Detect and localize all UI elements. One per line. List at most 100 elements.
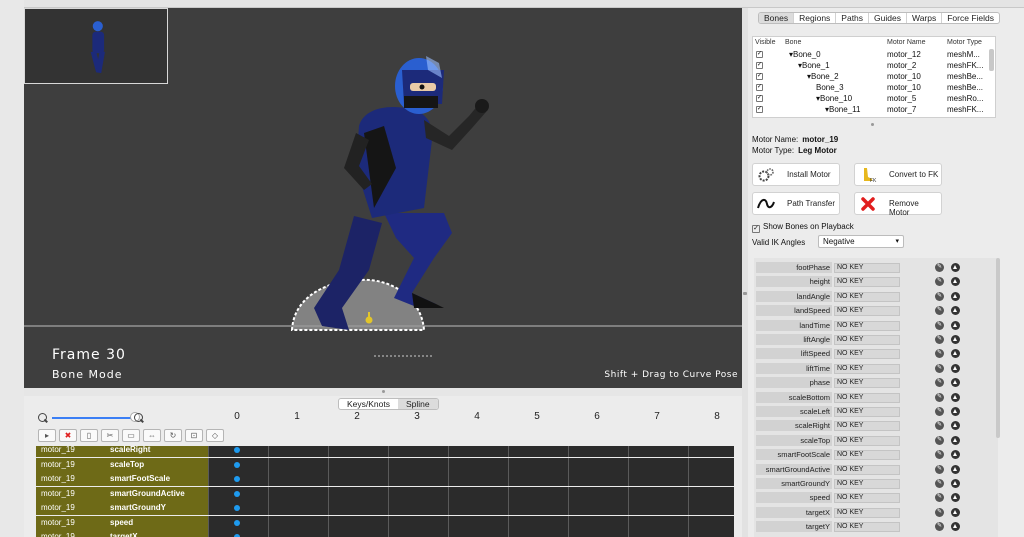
key-up-icon[interactable] — [951, 263, 960, 272]
track-keys-grid[interactable] — [208, 515, 734, 530]
property-value-field[interactable]: NO KEY — [834, 507, 900, 518]
property-value-field[interactable]: NO KEY — [834, 263, 900, 273]
select-tool-icon[interactable]: ▸ — [38, 429, 56, 442]
key-up-icon[interactable] — [951, 522, 960, 532]
track-keys-grid[interactable] — [208, 472, 734, 486]
tab-paths[interactable]: Paths — [836, 13, 870, 23]
wrench-icon[interactable]: ✎ — [935, 435, 944, 445]
key-up-icon[interactable] — [951, 421, 960, 431]
track-name-cell[interactable]: motor_19 scaleRight — [36, 446, 208, 457]
key-up-icon[interactable] — [951, 277, 960, 287]
col-bone[interactable]: Bone — [785, 39, 801, 46]
install-motor-button[interactable]: Install Motor — [752, 163, 840, 186]
wrench-icon[interactable]: ✎ — [935, 306, 944, 316]
zoom-in-icon[interactable] — [134, 413, 143, 422]
property-value-field[interactable]: NO KEY — [834, 291, 900, 302]
bone-row[interactable]: ✓ ▾Bone_2 motor_10 meshBe... — [753, 71, 989, 82]
cut-icon[interactable]: ✂ — [101, 429, 119, 442]
visible-checkbox[interactable]: ✓ — [756, 73, 763, 80]
track-row[interactable]: motor_19 smartGroundY — [36, 501, 734, 515]
link-icon[interactable]: ⇔ — [143, 429, 161, 442]
convert-to-fk-button[interactable]: FK Convert to FK — [854, 163, 942, 186]
wrench-icon[interactable]: ✎ — [935, 507, 944, 517]
visible-checkbox[interactable]: ✓ — [756, 51, 763, 58]
key-up-icon[interactable] — [951, 378, 960, 388]
key-up-icon[interactable] — [951, 392, 960, 402]
track-name-cell[interactable]: motor_19 smartGroundActive — [36, 486, 208, 501]
key-up-icon[interactable] — [951, 435, 960, 445]
reset-icon[interactable]: ↻ — [164, 429, 182, 442]
bone-row[interactable]: ✓ ▾Bone_11 motor_7 meshFK... — [753, 104, 989, 115]
path-transfer-button[interactable]: Path Transfer — [752, 192, 840, 215]
wrench-icon[interactable]: ✎ — [935, 335, 944, 344]
keyframe-dot[interactable] — [234, 447, 240, 453]
visible-checkbox[interactable]: ✓ — [756, 62, 763, 69]
property-value-field[interactable]: NO KEY — [834, 435, 900, 446]
key-up-icon[interactable] — [951, 363, 960, 373]
layers-icon[interactable]: ◇ — [206, 429, 224, 442]
property-value-field[interactable]: NO KEY — [834, 464, 900, 475]
property-value-field[interactable]: NO KEY — [834, 392, 900, 403]
track-name-cell[interactable]: motor_19 targetX — [36, 530, 208, 537]
property-value-field[interactable]: NO KEY — [834, 421, 900, 432]
property-value-field[interactable]: NO KEY — [834, 320, 900, 331]
tab-bones[interactable]: Bones — [759, 13, 795, 23]
property-value-field[interactable]: NO KEY — [834, 522, 900, 533]
wrench-icon[interactable]: ✎ — [935, 363, 944, 373]
wrench-icon[interactable]: ✎ — [935, 464, 944, 474]
key-up-icon[interactable] — [951, 493, 960, 503]
track-keys-grid[interactable] — [208, 501, 734, 515]
key-up-icon[interactable] — [951, 291, 960, 301]
track-row[interactable]: motor_19 targetX — [36, 530, 734, 537]
property-value-field[interactable]: NO KEY — [834, 306, 900, 317]
property-value-field[interactable]: NO KEY — [834, 277, 900, 288]
visible-checkbox[interactable]: ✓ — [756, 84, 763, 91]
track-keys-grid[interactable] — [208, 457, 734, 472]
bone-row[interactable]: ✓ ▾Bone_1 motor_2 meshFK... — [753, 60, 989, 71]
fit-icon[interactable]: ⊡ — [185, 429, 203, 442]
visible-checkbox[interactable]: ✓ — [756, 95, 763, 102]
tab-guides[interactable]: Guides — [869, 13, 907, 23]
track-row[interactable]: motor_19 scaleRight — [36, 446, 734, 457]
wrench-icon[interactable]: ✎ — [935, 479, 944, 488]
properties-scrollbar[interactable] — [996, 258, 1000, 438]
track-name-cell[interactable]: motor_19 scaleTop — [36, 457, 208, 472]
remove-motor-button[interactable]: Remove Motor — [854, 192, 942, 217]
track-keys-grid[interactable] — [208, 446, 734, 457]
wrench-icon[interactable]: ✎ — [935, 421, 944, 431]
tab-regions[interactable]: Regions — [794, 13, 837, 23]
bone-row[interactable]: ✓ Bone_3 motor_10 meshBe... — [753, 82, 989, 93]
wrench-icon[interactable]: ✎ — [935, 493, 944, 503]
keyframe-dot[interactable] — [234, 519, 240, 526]
property-value-field[interactable]: NO KEY — [834, 363, 900, 374]
keyframe-dot[interactable] — [234, 505, 240, 511]
key-up-icon[interactable] — [951, 479, 960, 488]
zoom-out-icon[interactable] — [38, 413, 47, 422]
track-row[interactable]: motor_19 smartGroundActive — [36, 486, 734, 501]
tab-force-fields[interactable]: Force Fields — [942, 13, 999, 23]
track-row[interactable]: motor_19 speed — [36, 515, 734, 530]
property-value-field[interactable]: NO KEY — [834, 493, 900, 504]
tab-warps[interactable]: Warps — [907, 13, 943, 23]
track-row[interactable]: motor_19 scaleTop — [36, 457, 734, 472]
property-value-field[interactable]: NO KEY — [834, 349, 900, 360]
character-stage[interactable] — [24, 8, 742, 388]
tab-spline[interactable]: Spline — [398, 399, 438, 409]
wrench-icon[interactable]: ✎ — [935, 349, 944, 359]
track-name-cell[interactable]: motor_19 smartGroundY — [36, 501, 208, 515]
show-bones-checkbox[interactable]: ✓ Show Bones on Playback — [752, 222, 854, 233]
track-name-cell[interactable]: motor_19 smartFootScale — [36, 472, 208, 486]
zoom-slider[interactable] — [52, 417, 134, 419]
canvas-viewport[interactable]: Frame 30 Bone Mode Shift + Drag to Curve… — [24, 8, 742, 388]
key-up-icon[interactable] — [951, 349, 960, 359]
key-up-icon[interactable] — [951, 507, 960, 517]
property-value-field[interactable]: NO KEY — [834, 450, 900, 461]
property-value-field[interactable]: NO KEY — [834, 407, 900, 417]
wrench-icon[interactable]: ✎ — [935, 378, 944, 388]
key-up-icon[interactable] — [951, 320, 960, 330]
track-keys-grid[interactable] — [208, 530, 734, 537]
wrench-icon[interactable]: ✎ — [935, 450, 944, 460]
col-visible[interactable]: Visible — [755, 39, 776, 46]
key-up-icon[interactable] — [951, 335, 960, 344]
property-value-field[interactable]: NO KEY — [834, 378, 900, 389]
